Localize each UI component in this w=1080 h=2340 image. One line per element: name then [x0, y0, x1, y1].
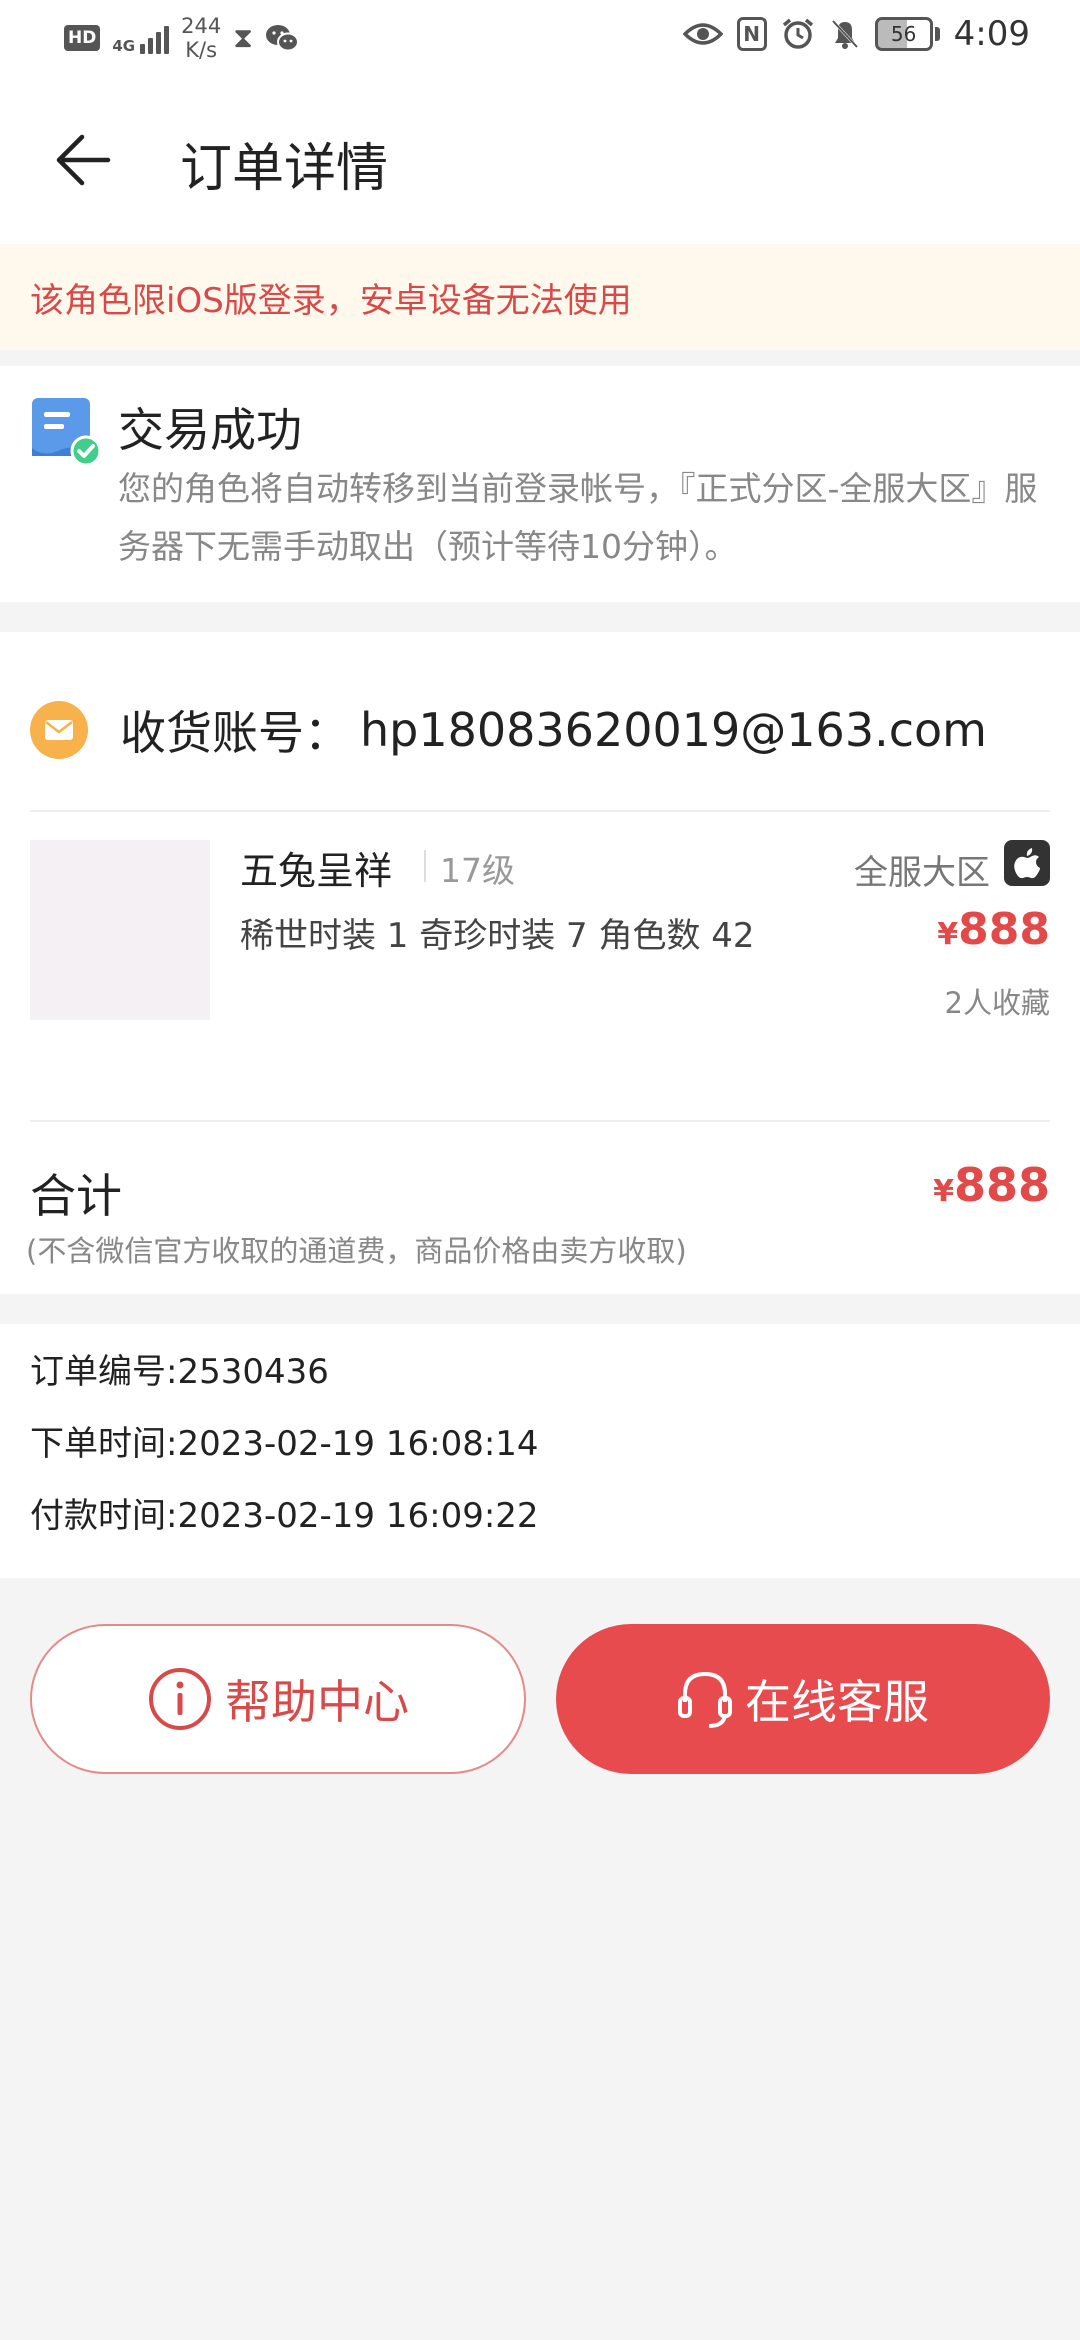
divider — [30, 810, 1050, 812]
help-center-label: 帮助中心 — [225, 1675, 409, 1729]
divider — [30, 1120, 1050, 1122]
product-price: ¥888 — [937, 904, 1050, 955]
product-thumbnail[interactable] — [30, 840, 210, 1020]
success-document-icon — [32, 398, 102, 467]
trade-status-title: 交易成功 — [118, 403, 302, 457]
hd-indicator: HD — [64, 25, 101, 51]
eye-icon — [682, 23, 723, 45]
favorites-count: 2人收藏 — [944, 986, 1050, 1020]
network-speed: 244 K/s — [181, 14, 222, 62]
total-label: 合计 — [30, 1169, 122, 1223]
alarm-icon — [782, 18, 813, 49]
info-icon — [149, 1668, 211, 1730]
notice-text: 该角色限iOS版登录，安卓设备无法使用 — [30, 280, 632, 321]
help-center-button[interactable]: 帮助中心 — [30, 1624, 526, 1774]
battery-icon: 56 — [874, 17, 940, 51]
server-name: 全服大区 — [854, 853, 990, 893]
headset-icon — [678, 1671, 732, 1728]
app-bar: 订单详情 — [0, 76, 1080, 244]
status-bar: HD 4G 244 K/s ⧗ N 56 4:09 — [0, 0, 1080, 76]
mail-icon — [30, 701, 88, 759]
ios-only-notice: 该角色限iOS版登录，安卓设备无法使用 — [0, 244, 1080, 350]
receiving-account-row: 收货账号： hp18083620019@163.com — [30, 690, 987, 770]
page-title: 订单详情 — [180, 139, 389, 199]
order-time: 下单时间:2023-02-19 16:08:14 — [30, 1424, 539, 1464]
product-level: 17级 — [440, 851, 515, 890]
account-value: hp18083620019@163.com — [360, 703, 987, 757]
order-number: 订单编号:2530436 — [30, 1352, 329, 1392]
payment-time: 付款时间:2023-02-19 16:09:22 — [30, 1496, 539, 1536]
online-service-label: 在线客服 — [745, 1675, 929, 1729]
wechat-icon — [265, 25, 299, 52]
bell-muted-icon — [831, 19, 858, 49]
product-attributes: 稀世时装 1 奇珍时装 7 角色数 42 — [240, 916, 755, 956]
online-service-button[interactable]: 在线客服 — [556, 1624, 1050, 1774]
order-info-card: 订单编号:2530436 下单时间:2023-02-19 16:08:14 付款… — [0, 1324, 1080, 1578]
hourglass-icon: ⧗ — [233, 21, 253, 54]
nfc-icon: N — [736, 17, 767, 51]
back-button[interactable] — [46, 120, 126, 200]
account-label: 收货账号： — [120, 706, 350, 760]
trade-status-description: 您的角色将自动转移到当前登录帐号，『正式分区-全服大区』服务器下无需手动取出（预… — [118, 469, 1038, 566]
trade-status-card: 交易成功 您的角色将自动转移到当前登录帐号，『正式分区-全服大区』服务器下无需手… — [0, 366, 1080, 602]
signal-icon: 4G — [112, 22, 170, 54]
name-level-separator — [424, 850, 426, 882]
total-note: (不含微信官方收取的通道费，商品价格由卖方收取) — [26, 1234, 687, 1268]
order-card: 收货账号： hp18083620019@163.com 五兔呈祥 17级 稀世时… — [0, 632, 1080, 1294]
back-arrow-icon — [56, 134, 111, 186]
product-name[interactable]: 五兔呈祥 — [240, 840, 392, 895]
apple-icon — [1004, 840, 1050, 886]
total-price: ¥888 — [933, 1158, 1050, 1212]
clock: 4:09 — [953, 14, 1030, 54]
